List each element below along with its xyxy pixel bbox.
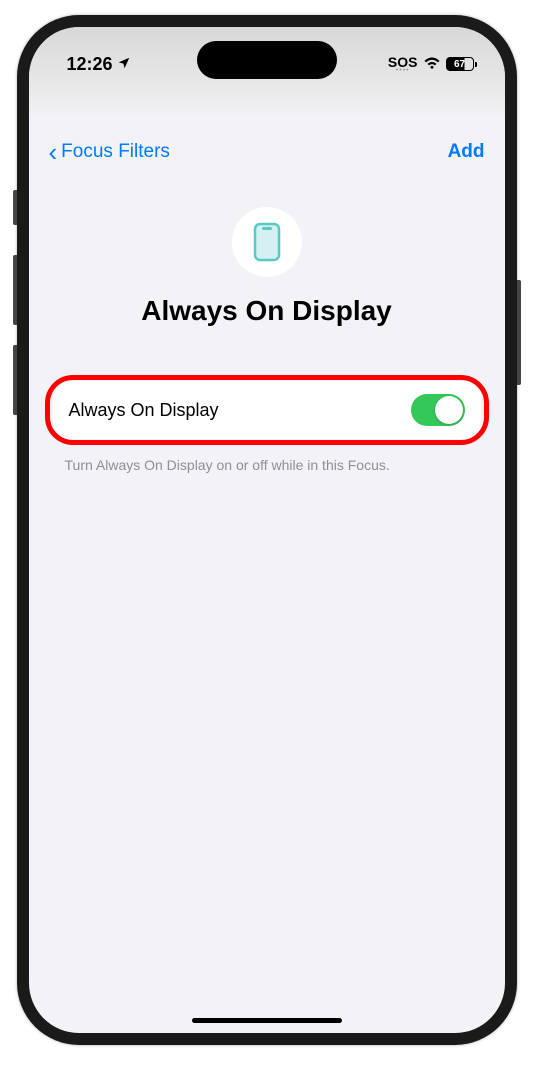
phone-frame: 12:26 SOS •••• bbox=[17, 15, 517, 1045]
dynamic-island bbox=[197, 41, 337, 79]
always-on-display-row[interactable]: Always On Display bbox=[53, 381, 481, 439]
setting-footer: Turn Always On Display on or off while i… bbox=[49, 457, 485, 473]
sos-indicator: SOS •••• bbox=[388, 55, 418, 74]
feature-icon-circle bbox=[232, 207, 302, 277]
wifi-icon bbox=[423, 55, 441, 74]
location-arrow-icon bbox=[117, 54, 131, 75]
page-title: Always On Display bbox=[49, 295, 485, 327]
status-left: 12:26 bbox=[67, 54, 131, 75]
toggle-knob bbox=[435, 396, 463, 424]
nav-bar: ‹ Focus Filters Add bbox=[29, 127, 505, 177]
mute-switch bbox=[13, 190, 17, 225]
volume-up-button bbox=[13, 255, 17, 325]
back-label: Focus Filters bbox=[61, 141, 170, 163]
setting-label: Always On Display bbox=[69, 400, 219, 421]
setting-row-highlight: Always On Display bbox=[49, 377, 485, 443]
battery-icon: 67 bbox=[446, 57, 477, 71]
volume-down-button bbox=[13, 345, 17, 415]
phone-screen: 12:26 SOS •••• bbox=[29, 27, 505, 1033]
status-right: SOS •••• 67 bbox=[388, 55, 477, 74]
home-indicator[interactable] bbox=[192, 1018, 342, 1023]
content: Always On Display Always On Display Turn… bbox=[29, 207, 505, 473]
power-button bbox=[517, 280, 521, 385]
always-on-display-toggle[interactable] bbox=[411, 394, 465, 426]
phone-device-icon bbox=[253, 222, 281, 262]
add-button[interactable]: Add bbox=[448, 141, 485, 163]
gradient-band bbox=[29, 87, 505, 117]
status-time: 12:26 bbox=[67, 54, 113, 75]
back-button[interactable]: ‹ Focus Filters bbox=[49, 139, 170, 165]
chevron-left-icon: ‹ bbox=[49, 139, 58, 165]
